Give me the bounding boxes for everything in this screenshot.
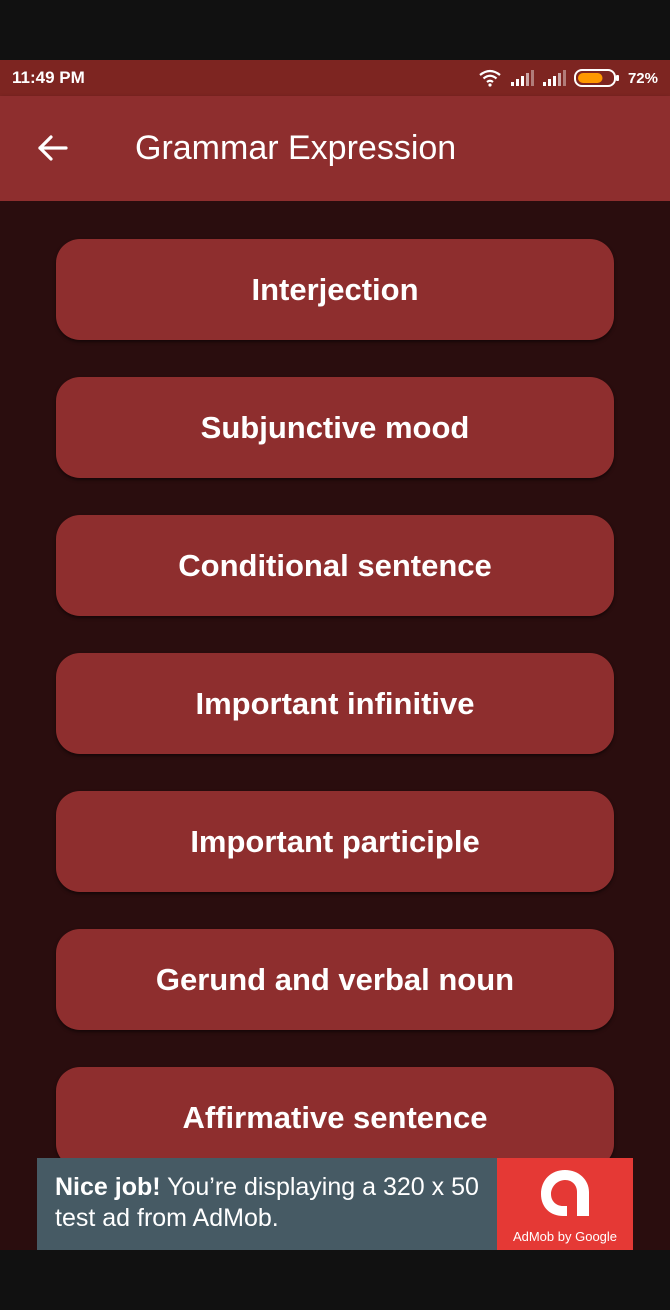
- menu-list: Interjection Subjunctive mood Conditiona…: [0, 201, 670, 1250]
- ad-logo-caption: AdMob by Google: [512, 1229, 618, 1244]
- signal-icon: [542, 70, 566, 86]
- back-button[interactable]: [28, 126, 76, 174]
- important-participle-button[interactable]: Important participle: [56, 791, 614, 892]
- status-icons: 72%: [478, 69, 658, 87]
- arrow-left-icon: [36, 134, 68, 167]
- battery-percent: 72%: [627, 69, 658, 87]
- ad-text: Nice job! You’re displaying a 320 x 50 t…: [37, 1158, 497, 1250]
- affirmative-sentence-button[interactable]: Affirmative sentence: [56, 1067, 614, 1168]
- status-bar: 11:49 PM 72%: [0, 60, 670, 96]
- bottom-bezel: [0, 1250, 670, 1310]
- subjunctive-mood-button[interactable]: Subjunctive mood: [56, 377, 614, 478]
- wifi-icon: [478, 69, 502, 87]
- ad-banner[interactable]: Nice job! You’re displaying a 320 x 50 t…: [37, 1158, 633, 1250]
- important-infinitive-button[interactable]: Important infinitive: [56, 653, 614, 754]
- ad-headline: Nice job!: [55, 1173, 161, 1201]
- app-bar: Grammar Expression: [0, 96, 670, 201]
- admob-logo: AdMob by Google: [497, 1158, 633, 1250]
- admob-logo-icon: [537, 1168, 593, 1223]
- battery-level-fill: [577, 73, 603, 83]
- gerund-and-verbal-noun-button[interactable]: Gerund and verbal noun: [56, 929, 614, 1030]
- top-bezel: [0, 0, 670, 60]
- battery-icon: [573, 69, 620, 87]
- page-title: Grammar Expression: [135, 129, 457, 167]
- interjection-button[interactable]: Interjection: [56, 239, 614, 340]
- signal-icon: [510, 70, 534, 86]
- conditional-sentence-button[interactable]: Conditional sentence: [56, 515, 614, 616]
- status-time: 11:49 PM: [12, 68, 85, 87]
- phone-screen: 11:49 PM 72% Grammar Expression Interjec…: [0, 0, 670, 1310]
